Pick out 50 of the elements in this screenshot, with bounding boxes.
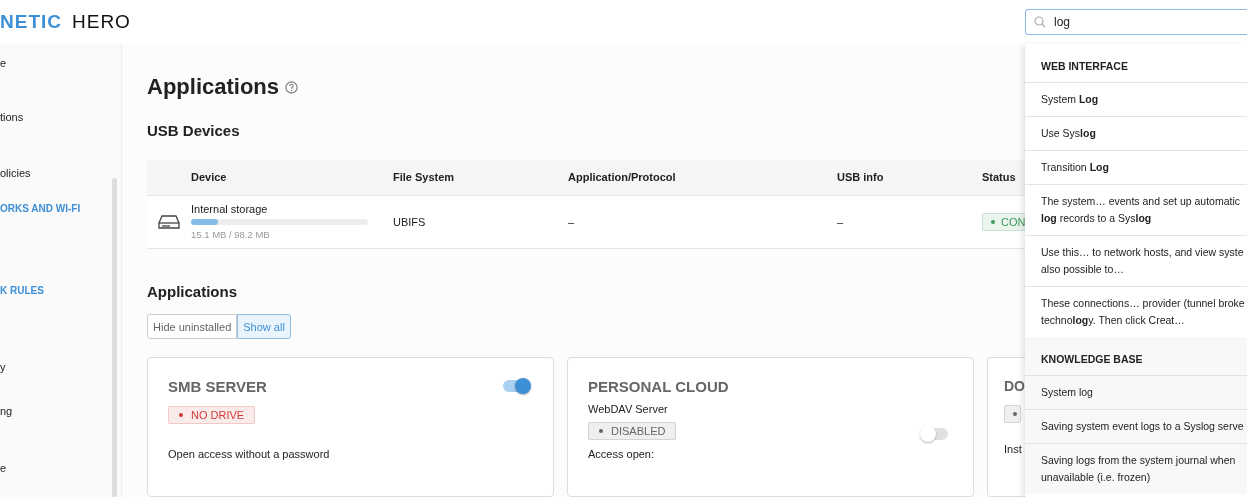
logo-text: NETIC [0, 11, 62, 33]
sidebar-section-title: ORKS AND WI-FI [0, 202, 81, 214]
section-title: Applications [147, 283, 238, 300]
table-cell: – [837, 216, 844, 228]
toggle-switch[interactable] [503, 380, 529, 392]
search-result[interactable]: Transition Log [1025, 150, 1247, 184]
sidebar-item[interactable]: e [0, 461, 7, 474]
sidebar-item[interactable]: ng [0, 405, 13, 417]
card-subtitle: WebDAV Server [588, 403, 668, 415]
section-title: USB Devices [147, 122, 241, 139]
search-field[interactable]: log [1025, 9, 1247, 35]
results-section-title: KNOWLEDGE BASE [1041, 353, 1143, 365]
drive-icon [158, 214, 180, 230]
results-section-title: WEB INTERFACE [1041, 60, 1128, 72]
status-badge: NO DRIVE [168, 406, 256, 424]
column-header: Device [191, 171, 227, 184]
sidebar-item[interactable]: e [0, 57, 7, 69]
search-result[interactable]: Saving system event logs to a Syslog serve [1025, 409, 1247, 443]
status-badge: DISABLED [588, 422, 677, 440]
page-title: Applications [147, 74, 279, 100]
card-text: Inst [1004, 443, 1022, 455]
scrollbar[interactable] [112, 178, 117, 497]
device-name: Internal storage [191, 203, 268, 216]
card-title: DO [1004, 378, 1025, 394]
card-title: PERSONAL CLOUD [588, 378, 729, 395]
storage-usage: 15.1 MB / 98.2 MB [191, 229, 270, 241]
column-header: USB info [837, 171, 884, 184]
sidebar-item[interactable]: y [0, 361, 6, 373]
search-result[interactable]: Use Syslog [1025, 116, 1247, 150]
toggle-switch[interactable] [922, 428, 948, 440]
sidebar-item[interactable]: tions [0, 110, 24, 123]
search-result[interactable]: System Log [1025, 82, 1247, 116]
search-result[interactable]: Saving logs from the system journal when unavailable (i.e. frozen) [1025, 443, 1247, 494]
table-cell: UBIFS [393, 216, 426, 228]
filter-button[interactable]: Hide uninstalled [147, 314, 238, 339]
column-header: Application/Protocol [568, 171, 676, 184]
table-cell: – [568, 216, 575, 228]
search-result[interactable]: Use this… to network hosts, and view syste also possible to… [1025, 235, 1247, 286]
card-text: Access open: [588, 448, 655, 460]
card-text: Open access without a password [168, 448, 330, 460]
search-result[interactable]: The system… events and set up automatic log records to a Syslog [1025, 184, 1247, 235]
logo-text: HERO [72, 11, 131, 33]
sidebar-item[interactable]: olicies [0, 167, 31, 179]
search-icon [1034, 16, 1046, 28]
sidebar-section-title: K RULES [0, 284, 44, 296]
help-icon[interactable] [285, 80, 298, 94]
column-header: File System [393, 171, 455, 184]
column-header: Status [982, 171, 1016, 184]
search-result[interactable]: System log [1025, 375, 1247, 409]
card-title: SMB SERVER [168, 378, 267, 395]
